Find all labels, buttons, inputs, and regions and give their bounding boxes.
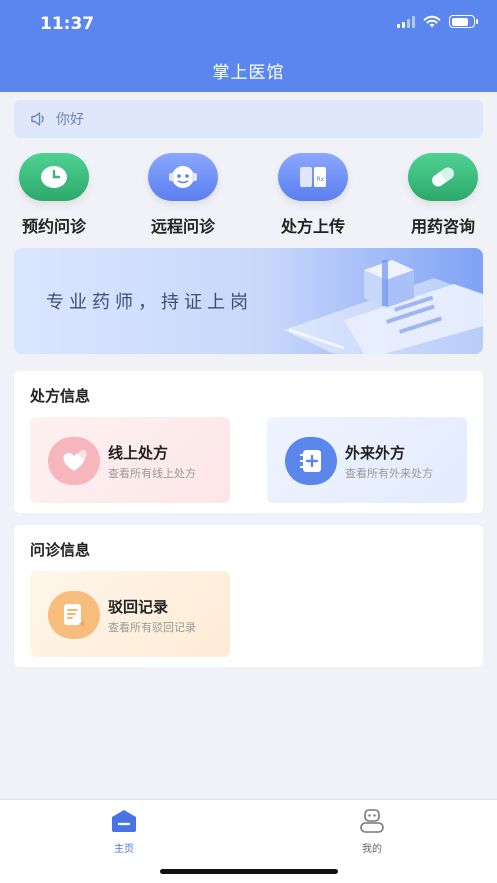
home-icon — [112, 810, 136, 832]
notice-bar[interactable]: 你好 — [14, 100, 483, 138]
status-icons — [397, 15, 478, 28]
card-title: 问诊信息 — [30, 541, 91, 559]
notebook-plus-icon — [285, 437, 337, 485]
quick-action-appointment[interactable]: 预约问诊 — [0, 150, 109, 237]
book-icon: Rx — [278, 153, 348, 201]
prescription-card: 处方信息 线上处方 查看所有线上处方 外来外方 查看所有外来处方 — [14, 371, 483, 513]
quick-action-label: 处方上传 — [280, 217, 345, 236]
status-bar: 11:37 — [0, 0, 497, 46]
card-title: 处方信息 — [30, 387, 91, 405]
tab-label: 我的 — [362, 844, 382, 855]
page-title: 掌上医馆 — [212, 63, 285, 83]
promo-banner[interactable]: 专业药师，持证上岗 — [14, 248, 483, 354]
headset-icon — [148, 153, 218, 201]
svg-text:Rx: Rx — [317, 176, 325, 183]
quick-action-label: 用药咨询 — [410, 217, 475, 236]
speaker-icon — [31, 112, 44, 126]
tile-rejection-records[interactable]: 驳回记录 查看所有驳回记录 — [30, 571, 230, 657]
notice-text: 你好 — [56, 112, 84, 128]
robot-user-icon — [360, 809, 384, 833]
tab-home[interactable]: 主页 — [84, 808, 164, 855]
tile-subtitle: 查看所有外来处方 — [345, 467, 433, 480]
battery-icon — [449, 15, 478, 28]
banner-text: 专业药师，持证上岗 — [46, 292, 253, 313]
quick-actions: 预约问诊 远程问诊 Rx 处方上传 用药咨询 — [0, 150, 497, 240]
pill-icon — [408, 153, 478, 201]
clock-icon — [19, 153, 89, 201]
quick-action-upload[interactable]: Rx 处方上传 — [258, 150, 368, 237]
quick-action-medication[interactable]: 用药咨询 — [388, 150, 497, 237]
app-header: 11:37 掌上医馆 — [0, 0, 497, 92]
tile-subtitle: 查看所有线上处方 — [108, 467, 196, 480]
tab-mine[interactable]: 我的 — [332, 808, 412, 855]
tab-label: 主页 — [114, 844, 134, 855]
tile-title: 外来外方 — [345, 444, 406, 462]
home-indicator — [160, 869, 338, 874]
quick-action-label: 远程问诊 — [150, 217, 215, 236]
quick-action-remote[interactable]: 远程问诊 — [128, 150, 238, 237]
tile-subtitle: 查看所有驳回记录 — [108, 621, 196, 634]
tile-online-prescription[interactable]: 线上处方 查看所有线上处方 — [30, 417, 230, 503]
heart-chat-icon — [48, 437, 100, 485]
signal-icon — [397, 15, 415, 28]
wifi-icon — [423, 15, 441, 28]
tile-external-prescription[interactable]: 外来外方 查看所有外来处方 — [267, 417, 467, 503]
status-time: 11:37 — [40, 14, 95, 34]
document-return-icon — [48, 591, 100, 639]
tile-title: 线上处方 — [108, 444, 169, 462]
consultation-card: 问诊信息 驳回记录 查看所有驳回记录 — [14, 525, 483, 667]
tile-title: 驳回记录 — [108, 598, 169, 616]
quick-action-label: 预约问诊 — [21, 217, 86, 236]
